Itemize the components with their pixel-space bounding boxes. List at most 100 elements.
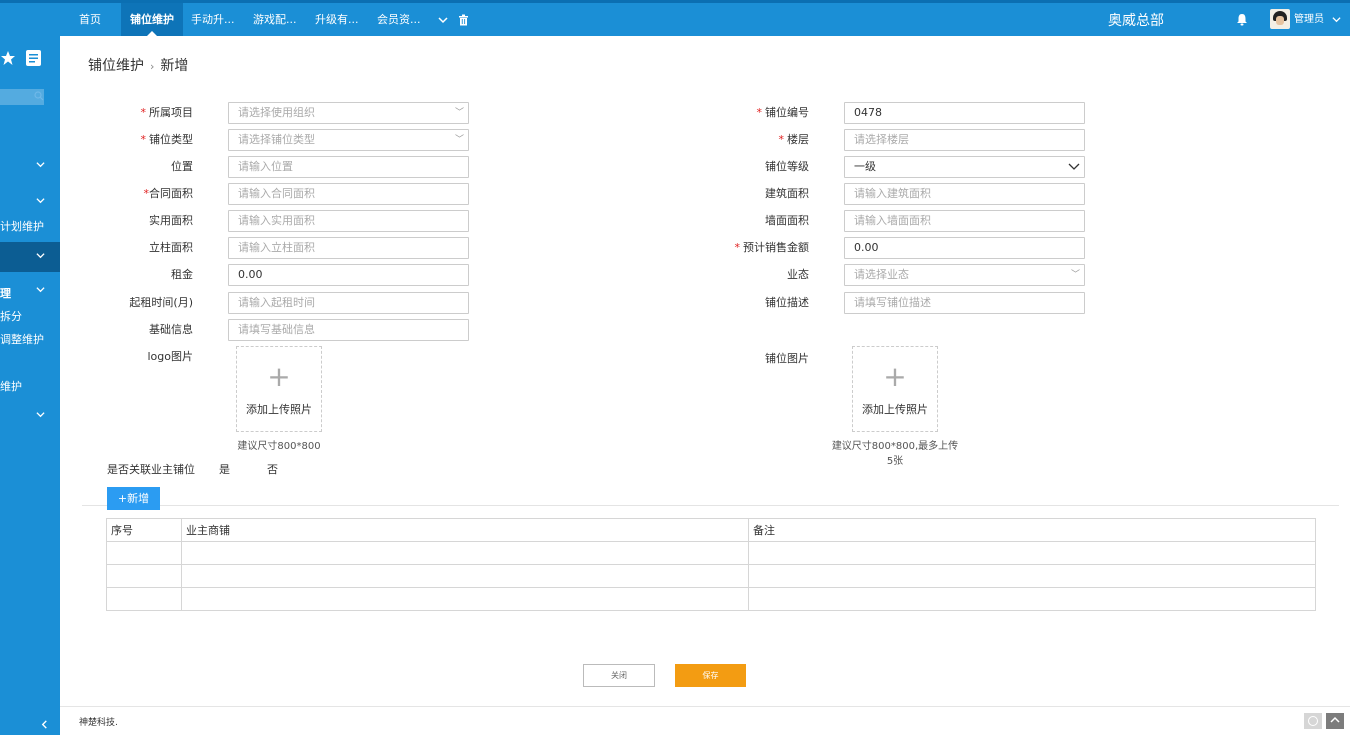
- sidebar-item-active-group[interactable]: [0, 242, 60, 272]
- shop-desc-input[interactable]: 请填写铺位描述: [844, 292, 1085, 314]
- tab-game-config[interactable]: 游戏配...: [253, 3, 297, 36]
- basic-info-label: 基础信息: [149, 323, 193, 336]
- table-header-owner-shop: 业主商铺: [181, 518, 749, 542]
- grade-label: 铺位等级: [765, 160, 809, 173]
- table-header-remark: 备注: [748, 518, 1316, 542]
- shop-no-label: * 铺位编号: [756, 106, 810, 119]
- back-to-top-icon[interactable]: [1326, 713, 1344, 729]
- table-row[interactable]: [106, 564, 1316, 588]
- footer: 神楚科技.: [60, 706, 1350, 735]
- chevron-down-icon: [1068, 157, 1080, 177]
- add-row-button[interactable]: +新增: [107, 487, 160, 510]
- star-icon[interactable]: [0, 50, 16, 69]
- shop-desc-label: 铺位描述: [765, 296, 809, 309]
- link-owner-yes-option[interactable]: 是: [219, 461, 230, 477]
- shop-image-upload[interactable]: + 添加上传照片: [852, 346, 938, 432]
- chevron-down-icon[interactable]: [36, 196, 45, 208]
- business-type-label: 业态: [787, 268, 809, 281]
- column-area-input[interactable]: 请输入立柱面积: [228, 237, 469, 259]
- plus-icon: +: [883, 360, 907, 393]
- building-area-input[interactable]: 请输入建筑面积: [844, 183, 1085, 205]
- footer-text: 神楚科技.: [79, 718, 118, 728]
- breadcrumb-current: 新增: [160, 58, 189, 74]
- shop-image-size-hint: 建议尺寸800*800,最多上传 5张: [831, 441, 959, 467]
- save-button[interactable]: 保存: [675, 664, 746, 687]
- shop-image-upload-text: 添加上传照片: [862, 403, 928, 416]
- chevron-down-icon[interactable]: [36, 285, 45, 297]
- search-icon[interactable]: [34, 91, 44, 104]
- rent-start-input[interactable]: 请输入起租时间: [228, 292, 469, 314]
- building-area-label: 建筑面积: [765, 187, 809, 200]
- chevron-down-icon: ﹀: [454, 108, 464, 118]
- user-menu-chevron-icon[interactable]: [1332, 3, 1341, 36]
- avatar[interactable]: [1270, 9, 1290, 29]
- breadcrumb-separator-icon: ›: [150, 60, 155, 73]
- floor-label: * 楼层: [778, 133, 810, 146]
- sidebar-item-plan-maintenance[interactable]: 计划维护: [0, 218, 44, 234]
- chevron-down-icon: ﹀: [454, 135, 464, 145]
- org-name[interactable]: 奥威总部: [1108, 3, 1164, 39]
- grade-select[interactable]: 一级: [844, 156, 1085, 178]
- chevron-down-icon: ﹀: [1070, 270, 1080, 280]
- contract-area-label: *合同面积: [143, 187, 194, 200]
- usable-area-input[interactable]: 请输入实用面积: [228, 210, 469, 232]
- list-icon[interactable]: [26, 50, 41, 69]
- rent-start-label: 起租时间(月): [129, 296, 193, 309]
- logo-size-hint: 建议尺寸800*800: [237, 441, 321, 452]
- wall-area-label: 墙面面积: [765, 214, 809, 227]
- close-button[interactable]: 关闭: [583, 664, 655, 687]
- shop-no-input[interactable]: 0478: [844, 102, 1085, 124]
- chevron-down-icon[interactable]: [36, 160, 45, 172]
- tab-upgrade[interactable]: 升级有...: [315, 3, 359, 36]
- chevron-down-icon[interactable]: [36, 251, 45, 263]
- tab-shop-maintenance[interactable]: 铺位维护: [121, 3, 183, 36]
- breadcrumb-parent[interactable]: 铺位维护: [88, 58, 144, 74]
- column-area-label: 立柱面积: [149, 241, 193, 254]
- expected-sales-input[interactable]: 0.00: [844, 237, 1085, 259]
- location-label: 位置: [171, 160, 193, 173]
- sidebar-item-management[interactable]: 理: [0, 285, 11, 301]
- wall-area-input[interactable]: 请输入墙面面积: [844, 210, 1085, 232]
- fullscreen-icon[interactable]: [1304, 713, 1322, 729]
- plus-icon: +: [267, 360, 291, 393]
- sidebar: 计划维护 理 拆分 调整维护 维护: [0, 36, 60, 735]
- business-type-select[interactable]: 请选择业态 ﹀: [844, 264, 1085, 286]
- chevron-down-icon[interactable]: [438, 3, 448, 36]
- table-row[interactable]: [106, 587, 1316, 611]
- rent-label: 租金: [171, 268, 193, 281]
- shop-type-select[interactable]: 请选择铺位类型 ﹀: [228, 129, 469, 151]
- link-owner-label: 是否关联业主铺位: [107, 463, 195, 476]
- tab-home[interactable]: 首页: [79, 3, 101, 36]
- shop-image-label: 铺位图片: [765, 352, 809, 365]
- tab-manual-upgrade[interactable]: 手动升...: [191, 3, 235, 36]
- user-name[interactable]: 管理员: [1294, 3, 1324, 37]
- logo-upload-text: 添加上传照片: [246, 403, 312, 416]
- trash-icon[interactable]: [458, 3, 469, 36]
- rent-input[interactable]: 0.00: [228, 264, 469, 286]
- sidebar-item-adjust-maintenance[interactable]: 调整维护: [0, 331, 44, 347]
- top-nav-bar: 首页 铺位维护 手动升... 游戏配... 升级有... 会员资... 奥威总部…: [0, 0, 1350, 36]
- location-input[interactable]: 请输入位置: [228, 156, 469, 178]
- chevron-down-icon[interactable]: [36, 410, 45, 422]
- chevron-left-icon[interactable]: [40, 720, 49, 732]
- tab-member-info[interactable]: 会员资...: [377, 3, 421, 36]
- project-label: * 所属项目: [140, 106, 194, 119]
- sidebar-item-maintenance[interactable]: 维护: [0, 378, 22, 394]
- divider: [82, 505, 1339, 506]
- table-row[interactable]: [106, 541, 1316, 565]
- link-owner-no-option[interactable]: 否: [267, 461, 278, 477]
- usable-area-label: 实用面积: [149, 214, 193, 227]
- floor-select[interactable]: 请选择楼层: [844, 129, 1085, 151]
- shop-type-label: * 铺位类型: [140, 133, 194, 146]
- expected-sales-label: * 预计销售金额: [734, 241, 810, 254]
- contract-area-input[interactable]: 请输入合同面积: [228, 183, 469, 205]
- sidebar-item-split[interactable]: 拆分: [0, 308, 22, 324]
- logo-upload[interactable]: + 添加上传照片: [236, 346, 322, 432]
- basic-info-input[interactable]: 请填写基础信息: [228, 319, 469, 341]
- project-select[interactable]: 请选择使用组织 ﹀: [228, 102, 469, 124]
- owner-shop-table: 序号 业主商铺 备注: [106, 518, 1316, 611]
- logo-label: logo图片: [147, 350, 194, 363]
- bell-icon[interactable]: [1236, 3, 1248, 36]
- table-header-index: 序号: [106, 518, 182, 542]
- breadcrumb: 铺位维护 › 新增: [88, 55, 188, 75]
